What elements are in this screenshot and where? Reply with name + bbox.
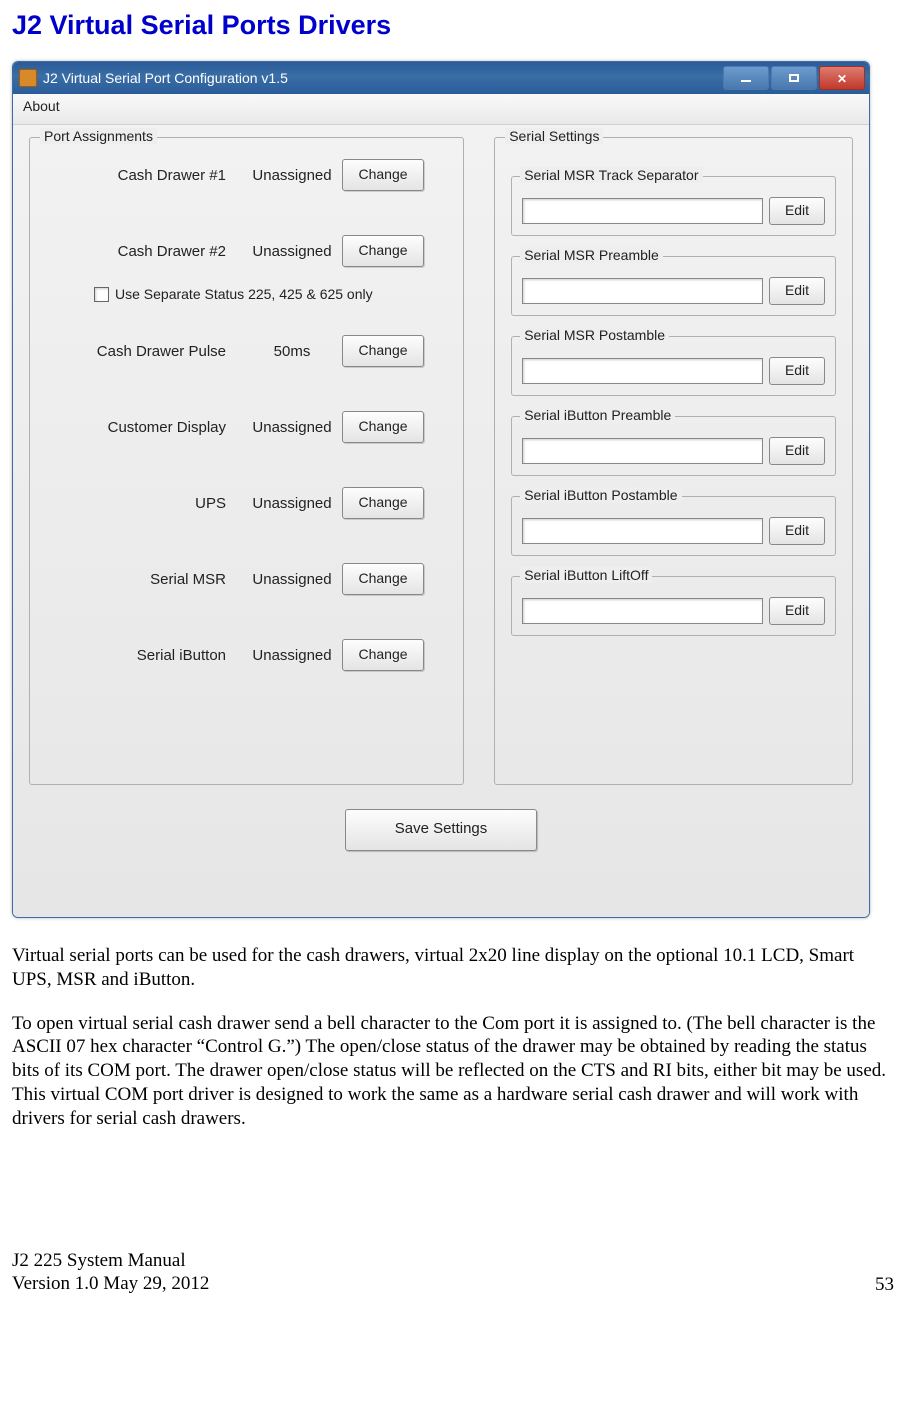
change-button[interactable]: Change <box>342 563 424 595</box>
change-button[interactable]: Change <box>342 335 424 367</box>
port-label: Serial iButton <box>46 647 242 664</box>
port-label: Cash Drawer Pulse <box>46 343 242 360</box>
close-icon <box>837 70 847 87</box>
serial-msr-postamble: Serial MSR Postamble Edit <box>511 336 836 396</box>
group-serial-legend: Serial Settings <box>505 128 603 144</box>
edit-button[interactable]: Edit <box>769 597 825 625</box>
maximize-button[interactable] <box>771 66 817 90</box>
serial-msr-track-separator: Serial MSR Track Separator Edit <box>511 176 836 236</box>
port-row-serial-ibutton: Serial iButton Unassigned Change <box>46 636 447 674</box>
port-label: Customer Display <box>46 419 242 436</box>
page-number: 53 <box>875 1274 894 1296</box>
separate-status-checkbox-row: Use Separate Status 225, 425 & 625 only <box>94 286 447 302</box>
edit-button[interactable]: Edit <box>769 517 825 545</box>
serial-ibutton-liftoff: Serial iButton LiftOff Edit <box>511 576 836 636</box>
group-port-legend: Port Assignments <box>40 128 157 144</box>
change-button[interactable]: Change <box>342 159 424 191</box>
app-window: J2 Virtual Serial Port Configuration v1.… <box>12 61 870 918</box>
minimize-button[interactable] <box>723 66 769 90</box>
port-row-pulse: Cash Drawer Pulse 50ms Change <box>46 332 447 370</box>
checkbox-label: Use Separate Status 225, 425 & 625 only <box>115 286 373 302</box>
menu-about[interactable]: About <box>23 98 60 114</box>
paragraph-1: Virtual serial ports can be used for the… <box>12 944 894 992</box>
edit-button[interactable]: Edit <box>769 197 825 225</box>
edit-button[interactable]: Edit <box>769 277 825 305</box>
edit-button[interactable]: Edit <box>769 437 825 465</box>
sub-legend: Serial iButton LiftOff <box>520 567 652 583</box>
change-button[interactable]: Change <box>342 235 424 267</box>
text-input[interactable] <box>522 518 763 544</box>
change-button[interactable]: Change <box>342 411 424 443</box>
sub-legend: Serial iButton Postamble <box>520 487 681 503</box>
port-label: UPS <box>46 495 242 512</box>
text-input[interactable] <box>522 198 763 224</box>
edit-button[interactable]: Edit <box>769 357 825 385</box>
port-label: Cash Drawer #2 <box>46 243 242 260</box>
port-value: Unassigned <box>242 167 342 184</box>
client-area: Port Assignments Cash Drawer #1 Unassign… <box>13 125 869 917</box>
port-value: Unassigned <box>242 243 342 260</box>
port-row-cash-drawer-2: Cash Drawer #2 Unassigned Change <box>46 232 447 270</box>
menubar: About <box>13 94 869 125</box>
minimize-icon <box>741 80 751 82</box>
serial-msr-preamble: Serial MSR Preamble Edit <box>511 256 836 316</box>
separate-status-checkbox[interactable] <box>94 287 109 302</box>
text-input[interactable] <box>522 438 763 464</box>
app-icon <box>19 69 37 87</box>
port-label: Serial MSR <box>46 571 242 588</box>
serial-ibutton-preamble: Serial iButton Preamble Edit <box>511 416 836 476</box>
paragraph-2: To open virtual serial cash drawer send … <box>12 1012 894 1131</box>
window-title: J2 Virtual Serial Port Configuration v1.… <box>43 70 288 86</box>
change-button[interactable]: Change <box>342 487 424 519</box>
text-input[interactable] <box>522 358 763 384</box>
text-input[interactable] <box>522 598 763 624</box>
page-footer: J2 225 System Manual Version 1.0 May 29,… <box>12 1250 894 1296</box>
port-row-ups: UPS Unassigned Change <box>46 484 447 522</box>
save-settings-button[interactable]: Save Settings <box>345 809 537 851</box>
port-label: Cash Drawer #1 <box>46 167 242 184</box>
port-value: Unassigned <box>242 419 342 436</box>
sub-legend: Serial MSR Postamble <box>520 327 669 343</box>
sub-legend: Serial MSR Track Separator <box>520 167 702 183</box>
port-value: 50ms <box>242 343 342 360</box>
footer-version: Version 1.0 May 29, 2012 <box>12 1273 209 1296</box>
port-value: Unassigned <box>242 647 342 664</box>
maximize-icon <box>789 74 799 82</box>
group-port-assignments: Port Assignments Cash Drawer #1 Unassign… <box>29 137 464 785</box>
port-value: Unassigned <box>242 571 342 588</box>
sub-legend: Serial iButton Preamble <box>520 407 675 423</box>
text-input[interactable] <box>522 278 763 304</box>
change-button[interactable]: Change <box>342 639 424 671</box>
sub-legend: Serial MSR Preamble <box>520 247 663 263</box>
page-heading: J2 Virtual Serial Ports Drivers <box>12 10 894 41</box>
port-row-customer-display: Customer Display Unassigned Change <box>46 408 447 446</box>
port-value: Unassigned <box>242 495 342 512</box>
footer-manual-title: J2 225 System Manual <box>12 1250 209 1273</box>
close-button[interactable] <box>819 66 865 90</box>
port-row-cash-drawer-1: Cash Drawer #1 Unassigned Change <box>46 156 447 194</box>
group-serial-settings: Serial Settings Serial MSR Track Separat… <box>494 137 853 785</box>
serial-ibutton-postamble: Serial iButton Postamble Edit <box>511 496 836 556</box>
body-text: Virtual serial ports can be used for the… <box>12 944 894 1130</box>
port-row-serial-msr: Serial MSR Unassigned Change <box>46 560 447 598</box>
titlebar: J2 Virtual Serial Port Configuration v1.… <box>13 62 869 94</box>
